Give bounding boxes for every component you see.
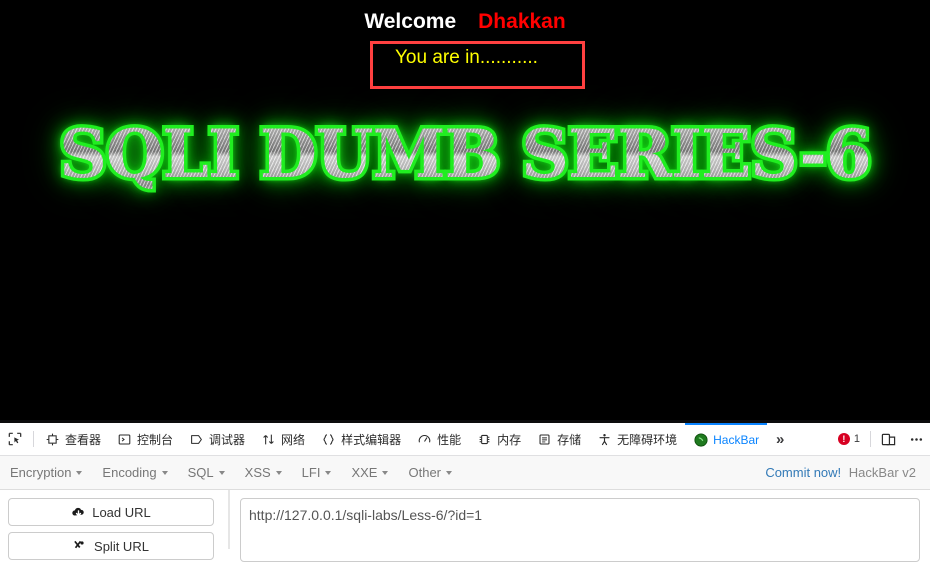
welcome-label: Welcome: [364, 10, 457, 33]
url-input[interactable]: [240, 498, 920, 562]
chevron-double-right-icon: »: [775, 430, 785, 448]
tab-style-editor-label: 样式编辑器: [341, 432, 402, 447]
message-box: You are in...........: [370, 41, 585, 89]
toolbar-separator: [33, 431, 34, 447]
tab-inspector-label: 查看器: [65, 432, 102, 447]
hackbar-panel-splitter[interactable]: [228, 490, 230, 549]
chevron-down-icon: [275, 470, 282, 475]
hackbar-menu-lfi[interactable]: LFI: [292, 457, 342, 489]
chevron-down-icon: [382, 470, 389, 475]
style-editor-icon: [321, 432, 336, 447]
tab-memory-label: 内存: [497, 432, 522, 447]
element-picker-button[interactable]: [0, 423, 30, 455]
tab-memory[interactable]: 内存: [469, 423, 529, 455]
console-icon: [117, 432, 132, 447]
memory-icon: [477, 432, 492, 447]
load-url-button-label: Load URL: [92, 504, 151, 520]
tab-accessibility-label: 无障碍环境: [617, 432, 678, 447]
hackbar-menu-xxe[interactable]: XXE: [341, 457, 398, 489]
tab-debugger-label: 调试器: [209, 432, 246, 447]
hackbar-menu-other-label: Other: [408, 465, 441, 480]
cloud-download-icon: [72, 507, 84, 516]
page-content-area: Welcome Dhakkan You are in........... SQL…: [0, 0, 930, 420]
accessibility-icon: [597, 432, 612, 447]
hackbar-menu-xss[interactable]: XSS: [235, 457, 292, 489]
element-picker-icon: [8, 432, 22, 446]
tab-console[interactable]: 控制台: [109, 423, 181, 455]
hackbar-branding: Commit now! HackBar v2: [765, 465, 930, 480]
hackbar-menu-sql[interactable]: SQL: [178, 457, 235, 489]
tab-network[interactable]: 网络: [253, 423, 313, 455]
tab-storage-label: 存储: [557, 432, 582, 447]
tab-accessibility[interactable]: 无障碍环境: [589, 423, 685, 455]
tab-inspector[interactable]: 查看器: [37, 423, 109, 455]
storage-icon: [537, 432, 552, 447]
hackbar-button-column: Load URL Split URL: [0, 490, 222, 560]
hackbar-menu-xxe-label: XXE: [351, 465, 378, 480]
sqli-banner: SQLI DUMB SERIES-6 SQLI DUMB SERIES-6: [0, 108, 930, 204]
tab-network-label: 网络: [281, 432, 306, 447]
performance-icon: [417, 432, 432, 447]
toolbar-separator-right: [870, 431, 871, 447]
tab-debugger[interactable]: 调试器: [181, 423, 253, 455]
chevron-down-icon: [325, 470, 332, 475]
split-url-button-label: Split URL: [94, 538, 149, 554]
tab-hackbar-label: HackBar: [713, 433, 760, 447]
responsive-design-mode-button[interactable]: [874, 423, 902, 455]
responsive-design-mode-icon: [881, 433, 895, 445]
tab-hackbar[interactable]: HackBar: [685, 423, 768, 455]
hackbar-body: Load URL Split URL: [0, 490, 930, 562]
banner-text: SQLI DUMB SERIES-6: [0, 108, 930, 200]
hackbar-menu-sql-label: SQL: [187, 465, 214, 480]
message-text: You are in...........: [395, 47, 538, 68]
devtools-toolbar: 查看器 控制台 调试器 网络 样式编辑器 性能 内存 存储 无障碍环境 Hack…: [0, 423, 930, 456]
tabs-overflow-button[interactable]: »: [767, 423, 793, 455]
hackbar-menu-xss-label: XSS: [244, 465, 271, 480]
hackbar-menu-encoding[interactable]: Encoding: [92, 457, 177, 489]
tab-storage[interactable]: 存储: [529, 423, 589, 455]
chevron-down-icon: [218, 470, 225, 475]
commit-now-link[interactable]: Commit now!: [765, 465, 841, 480]
hackbar-menu-other[interactable]: Other: [398, 457, 462, 489]
hackbar-menu-encoding-label: Encoding: [102, 465, 157, 480]
split-url-button[interactable]: Split URL: [8, 532, 214, 560]
chevron-down-icon: [161, 470, 168, 475]
welcome-line: Welcome Dhakkan: [0, 9, 930, 35]
devtools-options-button[interactable]: [902, 423, 930, 455]
tab-style-editor[interactable]: 样式编辑器: [313, 423, 409, 455]
chevron-down-icon: [446, 470, 452, 475]
more-options-icon: [910, 437, 922, 441]
debugger-icon: [189, 432, 204, 447]
tab-performance-label: 性能: [437, 432, 462, 447]
tab-console-label: 控制台: [137, 432, 174, 447]
error-count-label: 1: [853, 433, 860, 445]
error-badge-icon: !: [837, 433, 850, 445]
hackbar-icon: [693, 433, 708, 448]
error-count-button[interactable]: ! 1: [831, 423, 867, 455]
hackbar-menubar: Encryption Encoding SQL XSS LFI XXE Othe…: [0, 456, 930, 490]
tab-performance[interactable]: 性能: [409, 423, 469, 455]
inspector-icon: [45, 432, 60, 447]
hackbar-url-area: [240, 498, 920, 562]
split-icon: [74, 540, 84, 548]
load-url-button[interactable]: Load URL: [8, 498, 214, 526]
hackbar-menu-encryption[interactable]: Encryption: [0, 457, 92, 489]
hackbar-menu-encryption-label: Encryption: [10, 465, 72, 480]
hackbar-menu-lfi-label: LFI: [301, 465, 321, 480]
network-icon: [261, 432, 276, 447]
username-label: Dhakkan: [478, 10, 566, 33]
chevron-down-icon: [76, 470, 83, 475]
hackbar-version-label: HackBar v2: [848, 465, 916, 480]
